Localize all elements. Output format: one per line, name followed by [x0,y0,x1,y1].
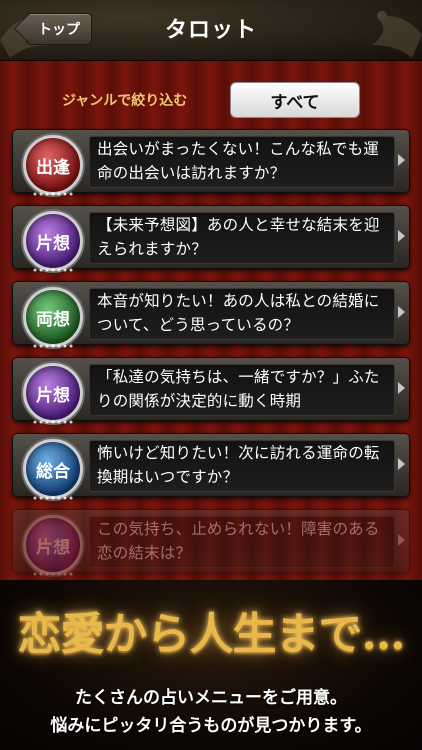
genre-badge-icon: 片想 [23,211,83,273]
menu-item-card[interactable]: 片想 【未来予想図】あの人と幸せな結末を迎えられますか？ [12,205,410,273]
menu-item-text: 【未来予想図】あの人と幸せな結末を迎えられますか？ [97,216,380,258]
promo-headline: 恋愛から人生まで… [17,609,406,660]
chevron-right-icon [398,230,405,242]
chevron-right-icon [398,382,405,394]
chevron-right-icon [398,154,405,166]
menu-item-card[interactable]: 総合 怖いけど知りたい！次に訪れる運命の転換期はいつですか？ [12,433,410,501]
promo-subtext-line1: たくさんの占いメニューをご用意。 [75,688,347,708]
promo-subtext-line2: 悩みにピッタリ合うものが見つかります。 [50,716,372,736]
menu-item-text: 出会いがまったくない！こんな私でも運命の出会いは訪れますか？ [97,140,379,182]
back-button-label: トップ [38,22,80,38]
menu-item-card[interactable]: 両想 本音が知りたい！あの人は私との結婚について、どう思っているの？ [12,281,410,349]
menu-item-text: 怖いけど知りたい！次に訪れる運命の転換期はいつですか？ [97,444,380,486]
menu-item-card[interactable]: 片想 「私達の気持ちは、一緒ですか？」ふたりの関係が決定的に動く時期 [12,357,410,425]
chevron-right-icon [398,306,405,318]
genre-badge-icon: 片想 [23,363,83,425]
tarot-screen: トップ タロット ジャンルで絞り込む すべて 出逢 出会いがまったくない！こんな… [0,0,422,750]
menu-item-card[interactable]: 出逢 出会いがまったくない！こんな私でも運命の出会いは訪れますか？ [12,129,410,197]
menu-item-text: 本音が知りたい！あの人は私との結婚について、どう思っているの？ [97,292,380,334]
menu-item-text: 「私達の気持ちは、一緒ですか？」ふたりの関係が決定的に動く時期 [97,368,380,410]
genre-filter-button[interactable]: すべて [230,82,360,118]
genre-badge-icon: 出逢 [23,135,83,197]
genre-badge-icon: 片想 [23,515,83,577]
nav-header: トップ タロット [0,0,422,61]
genre-badge-icon: 両想 [23,287,83,349]
chevron-right-icon [398,534,405,546]
genre-filter-label: ジャンルで絞り込む [62,93,188,109]
menu-item-card[interactable]: 片想 この気持ち、止められない！障害のある恋の結末は？ [12,509,410,577]
genre-badge-icon: 総合 [23,439,83,501]
menu-item-text: この気持ち、止められない！障害のある恋の結末は？ [97,520,380,562]
chevron-right-icon [398,458,405,470]
